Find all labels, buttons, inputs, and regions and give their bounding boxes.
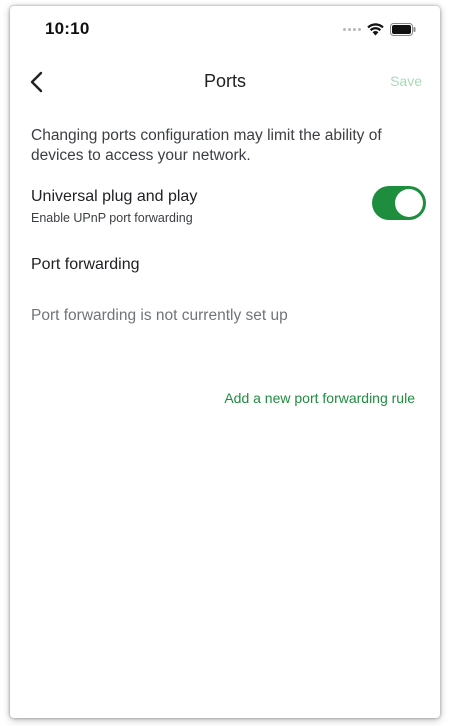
upnp-title: Universal plug and play bbox=[31, 188, 198, 205]
toggle-knob bbox=[395, 189, 423, 217]
ports-content: Changing ports configuration may limit t… bbox=[31, 126, 426, 406]
warning-message: Changing ports configuration may limit t… bbox=[31, 127, 382, 164]
status-icons bbox=[343, 23, 416, 36]
page-title: Ports bbox=[203, 71, 246, 91]
navigation-bar: Ports Save bbox=[10, 62, 440, 102]
status-time: 10:10 bbox=[45, 19, 90, 38]
upnp-subtitle: Enable UPnP port forwarding bbox=[31, 211, 193, 225]
save-button[interactable]: Save bbox=[390, 73, 422, 89]
status-bar: 10:10 bbox=[10, 6, 440, 56]
battery-icon bbox=[390, 23, 416, 36]
phone-screen: 10:10 Ports Save Changing ports configur… bbox=[10, 6, 440, 718]
upnp-setting-row: Universal plug and play Enable UPnP port… bbox=[31, 186, 426, 232]
port-forwarding-empty-message: Port forwarding is not currently set up bbox=[31, 307, 288, 324]
port-forwarding-heading: Port forwarding bbox=[31, 256, 140, 273]
wifi-icon bbox=[367, 23, 384, 36]
upnp-toggle[interactable] bbox=[372, 186, 426, 220]
signal-dots-icon bbox=[343, 28, 361, 31]
add-port-forwarding-rule-button[interactable]: Add a new port forwarding rule bbox=[224, 390, 415, 406]
